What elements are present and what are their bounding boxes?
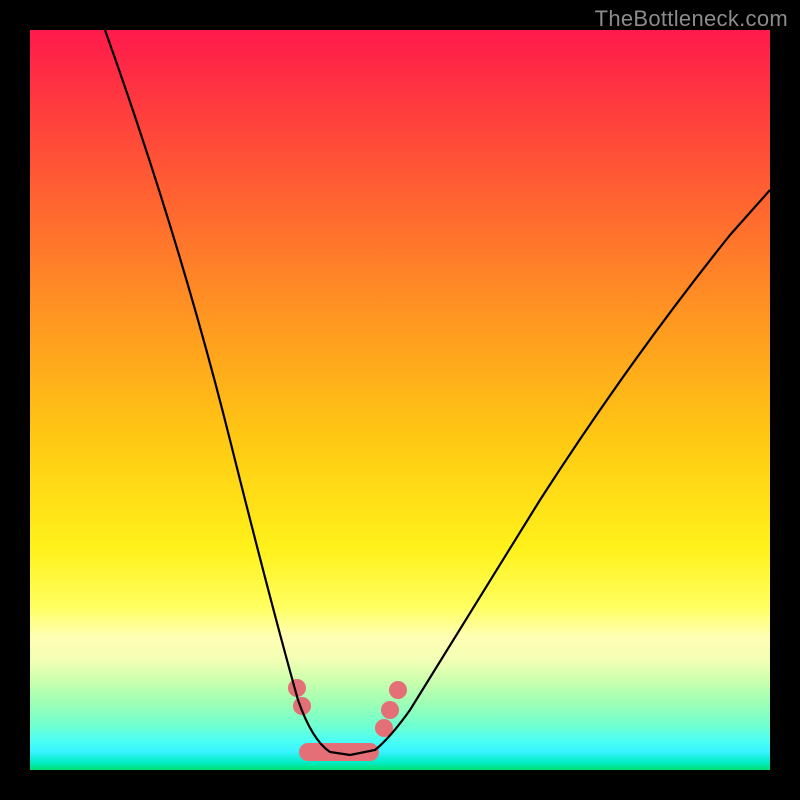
watermark-text: TheBottleneck.com bbox=[595, 6, 788, 32]
curve-overlay bbox=[30, 30, 770, 770]
outer-frame: TheBottleneck.com bbox=[0, 0, 800, 800]
bead-right-mid bbox=[381, 701, 399, 719]
curve-right-branch bbox=[350, 190, 770, 755]
gradient-plot-area bbox=[30, 30, 770, 770]
bead-cluster bbox=[288, 679, 407, 752]
curve-left-branch bbox=[105, 30, 350, 755]
bead-right-top bbox=[389, 681, 407, 699]
